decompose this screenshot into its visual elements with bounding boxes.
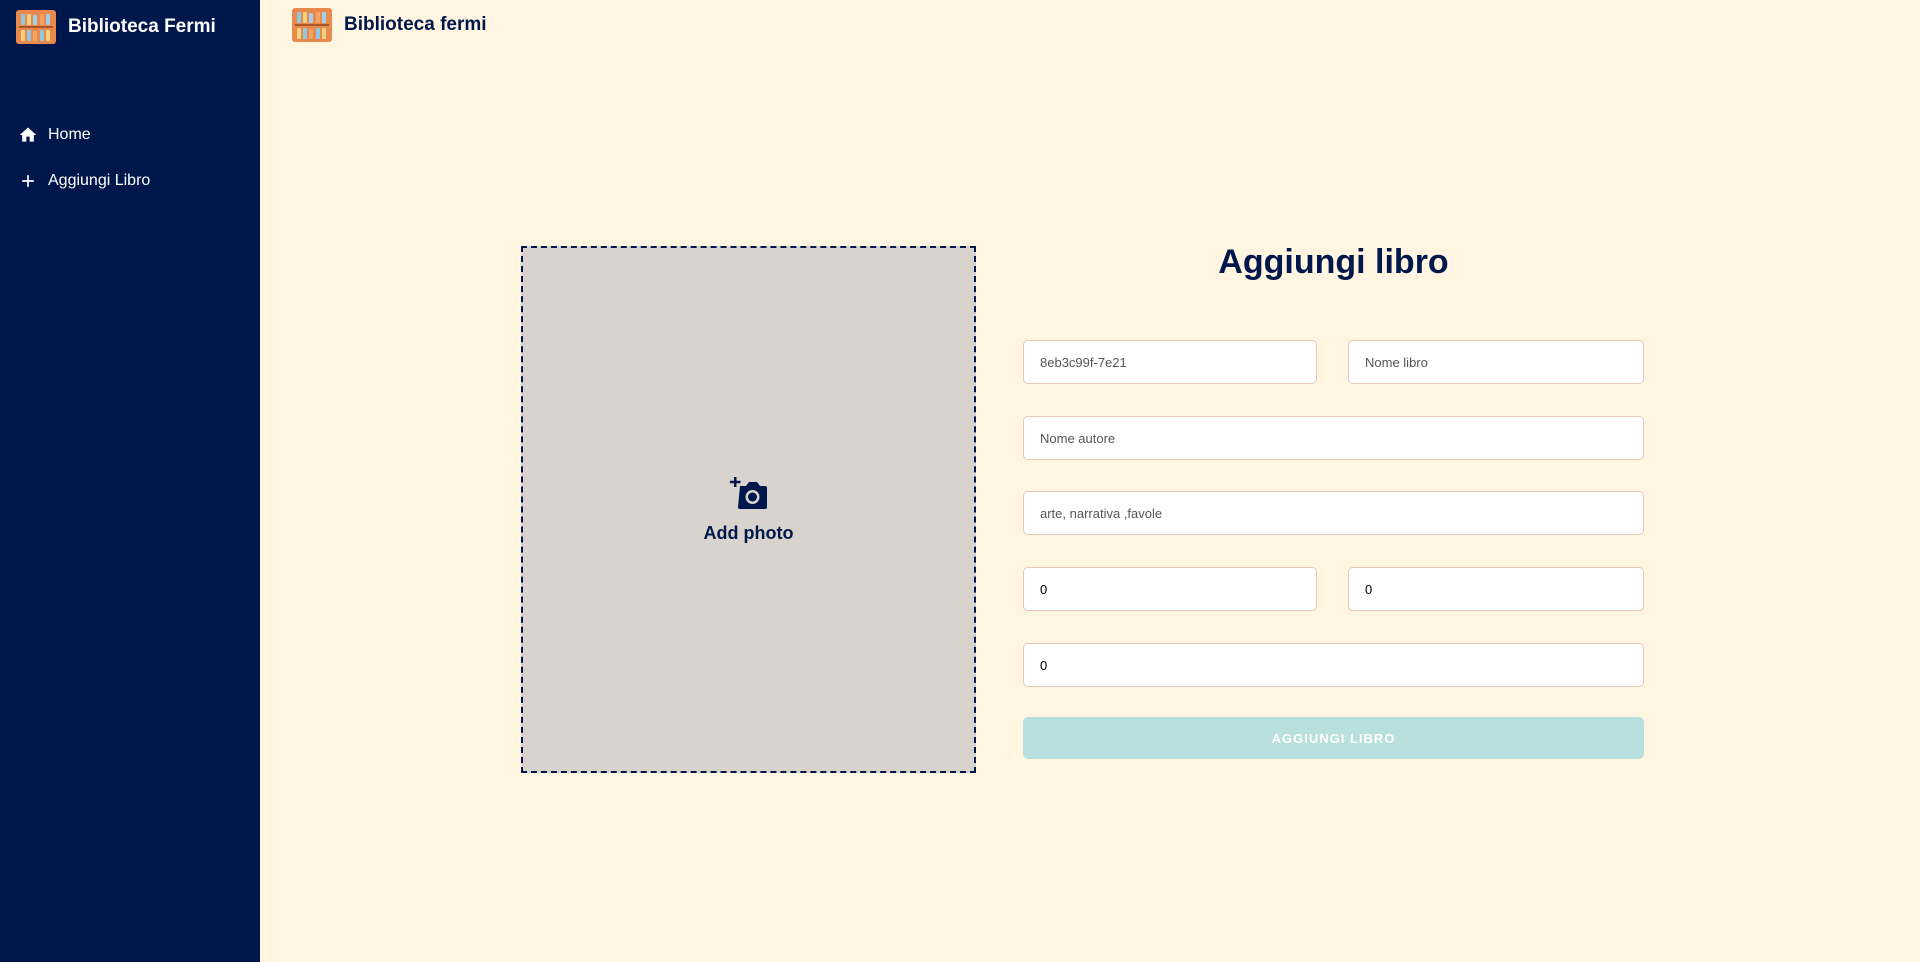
- home-icon: [18, 125, 38, 145]
- genres-field[interactable]: [1023, 491, 1644, 535]
- book-name-field[interactable]: [1348, 340, 1644, 384]
- sidebar-brand-title: Biblioteca Fermi: [68, 16, 216, 37]
- library-logo-icon: [16, 10, 56, 44]
- add-photo-dropzone[interactable]: Add photo: [521, 246, 976, 773]
- sidebar: Biblioteca Fermi Home Aggiungi Libro: [0, 0, 260, 962]
- number-field-b[interactable]: [1348, 567, 1644, 611]
- add-book-button[interactable]: AGGIUNGI LIBRO: [1023, 717, 1644, 759]
- topbar: Biblioteca fermi: [292, 8, 487, 42]
- sidebar-nav: Home Aggiungi Libro: [0, 112, 260, 204]
- sidebar-item-home[interactable]: Home: [0, 112, 260, 158]
- add-photo-icon: [729, 476, 768, 517]
- add-photo-label: Add photo: [703, 522, 794, 543]
- book-id-field[interactable]: [1023, 340, 1317, 384]
- topbar-title: Biblioteca fermi: [344, 14, 487, 35]
- plus-icon: [18, 171, 38, 191]
- sidebar-item-aggiungi-libro[interactable]: Aggiungi Libro: [0, 158, 260, 204]
- number-field-c[interactable]: [1023, 643, 1644, 687]
- number-field-a[interactable]: [1023, 567, 1317, 611]
- sidebar-brand[interactable]: Biblioteca Fermi: [16, 10, 216, 44]
- author-name-field[interactable]: [1023, 416, 1644, 460]
- library-logo-icon: [292, 8, 332, 42]
- sidebar-item-label: Aggiungi Libro: [48, 172, 151, 189]
- form-title: Aggiungi libro: [1218, 243, 1449, 281]
- sidebar-item-label: Home: [48, 126, 91, 143]
